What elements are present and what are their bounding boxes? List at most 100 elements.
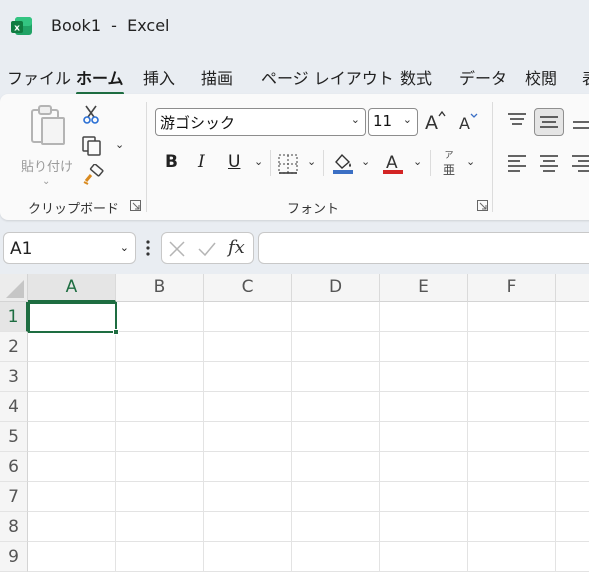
grid-cell[interactable] [204, 392, 292, 422]
grid-cell[interactable] [28, 332, 116, 362]
grid-cell[interactable] [380, 362, 468, 392]
bold-button[interactable]: B [165, 152, 178, 172]
grid-cell[interactable] [292, 362, 380, 392]
grid-cell[interactable] [204, 422, 292, 452]
column-header-b[interactable]: B [116, 274, 204, 302]
grid-cell[interactable] [204, 332, 292, 362]
grid-cell[interactable] [28, 512, 116, 542]
copy-chevron-down-icon[interactable]: ⌄ [115, 138, 124, 151]
select-all-button[interactable] [0, 274, 28, 302]
grid-cell[interactable] [292, 542, 380, 572]
grid-cell[interactable] [204, 542, 292, 572]
align-bottom-icon[interactable] [572, 116, 589, 134]
grid-cell[interactable] [380, 512, 468, 542]
row-header-1[interactable]: 1 [0, 302, 28, 332]
row-header-5[interactable]: 5 [0, 422, 28, 452]
grid-cell[interactable] [116, 482, 204, 512]
row-header-7[interactable]: 7 [0, 482, 28, 512]
column-header-e[interactable]: E [380, 274, 468, 302]
tab-file[interactable]: ファイル [7, 65, 71, 89]
grid-cell[interactable] [468, 422, 556, 452]
grid-cell[interactable] [204, 482, 292, 512]
grid-cell[interactable] [556, 482, 589, 512]
font-color-chevron-down-icon[interactable]: ⌄ [413, 155, 422, 168]
grid-cell[interactable] [556, 332, 589, 362]
grid-cell[interactable] [292, 302, 380, 332]
tab-review[interactable]: 校閲 [525, 65, 557, 89]
grid-cell[interactable] [204, 512, 292, 542]
row-header-9[interactable]: 9 [0, 542, 28, 572]
column-header-c[interactable]: C [204, 274, 292, 302]
fill-handle[interactable] [113, 329, 119, 335]
align-left-icon[interactable] [507, 154, 527, 172]
grid-cell[interactable] [556, 362, 589, 392]
tab-home[interactable]: ホーム [76, 65, 124, 95]
column-header-d[interactable]: D [292, 274, 380, 302]
font-size-select[interactable]: 11 ⌄ [368, 108, 418, 136]
column-header-a[interactable]: A [28, 274, 116, 302]
grid-cell[interactable] [116, 422, 204, 452]
grid-cell[interactable] [556, 452, 589, 482]
enter-check-icon[interactable] [197, 240, 217, 258]
tab-page-layout[interactable]: ページ レイアウト [261, 65, 394, 89]
font-name-select[interactable]: 游ゴシック ⌄ [155, 108, 366, 136]
grid-cell[interactable] [204, 452, 292, 482]
grid-cell[interactable] [292, 512, 380, 542]
grid-cell[interactable] [380, 302, 468, 332]
grid-cell[interactable] [380, 452, 468, 482]
grid-cell[interactable] [468, 542, 556, 572]
grid-cell[interactable] [28, 452, 116, 482]
fill-color-icon[interactable] [332, 151, 354, 175]
font-launcher-icon[interactable] [477, 200, 488, 211]
phonetic-chevron-down-icon[interactable]: ⌄ [466, 155, 475, 168]
font-color-icon[interactable]: A [382, 151, 404, 175]
borders-chevron-down-icon[interactable]: ⌄ [307, 155, 316, 168]
grid-cell[interactable] [116, 332, 204, 362]
grid-cell[interactable] [204, 362, 292, 392]
grid-cell[interactable] [556, 422, 589, 452]
insert-function-button[interactable]: fx [228, 237, 245, 258]
grid-cell[interactable] [28, 362, 116, 392]
grid-cell[interactable] [292, 482, 380, 512]
tab-view[interactable]: 表 [582, 65, 589, 89]
grid-cell[interactable] [468, 392, 556, 422]
row-header-4[interactable]: 4 [0, 392, 28, 422]
underline-button[interactable]: U [228, 152, 240, 172]
align-top-icon[interactable] [507, 112, 527, 130]
grid-cell[interactable] [556, 512, 589, 542]
column-header-partial[interactable] [556, 274, 589, 302]
row-header-2[interactable]: 2 [0, 332, 28, 362]
align-right-icon[interactable] [571, 154, 589, 172]
row-header-8[interactable]: 8 [0, 512, 28, 542]
grid-cell[interactable] [292, 332, 380, 362]
align-center-icon[interactable] [539, 154, 559, 172]
row-header-6[interactable]: 6 [0, 452, 28, 482]
grid-cell[interactable] [380, 422, 468, 452]
grid-cell[interactable] [116, 302, 204, 332]
grid-cell[interactable] [556, 542, 589, 572]
paste-button[interactable]: 貼り付け ⌄ [18, 102, 76, 187]
grid-cell[interactable] [204, 302, 292, 332]
more-options-icon[interactable] [145, 239, 151, 257]
grid-cell[interactable] [292, 422, 380, 452]
tab-formulas[interactable]: 数式 [400, 65, 432, 89]
grid-cell[interactable] [28, 482, 116, 512]
grid-cell[interactable] [292, 452, 380, 482]
grid-cell[interactable] [28, 422, 116, 452]
grid-cell[interactable] [468, 452, 556, 482]
grid-cell[interactable] [380, 482, 468, 512]
active-cell-a1[interactable] [28, 302, 119, 335]
grid-cell[interactable] [380, 332, 468, 362]
cancel-icon[interactable] [168, 240, 186, 258]
underline-chevron-down-icon[interactable]: ⌄ [254, 155, 263, 168]
tab-insert[interactable]: 挿入 [143, 65, 175, 89]
italic-button[interactable]: I [198, 152, 205, 172]
grid-cell[interactable] [116, 512, 204, 542]
fill-color-chevron-down-icon[interactable]: ⌄ [361, 155, 370, 168]
grid-cell[interactable] [556, 392, 589, 422]
grid-cell[interactable] [116, 362, 204, 392]
column-header-f[interactable]: F [468, 274, 556, 302]
grid-cell[interactable] [468, 332, 556, 362]
copy-icon[interactable] [81, 135, 103, 157]
row-header-3[interactable]: 3 [0, 362, 28, 392]
